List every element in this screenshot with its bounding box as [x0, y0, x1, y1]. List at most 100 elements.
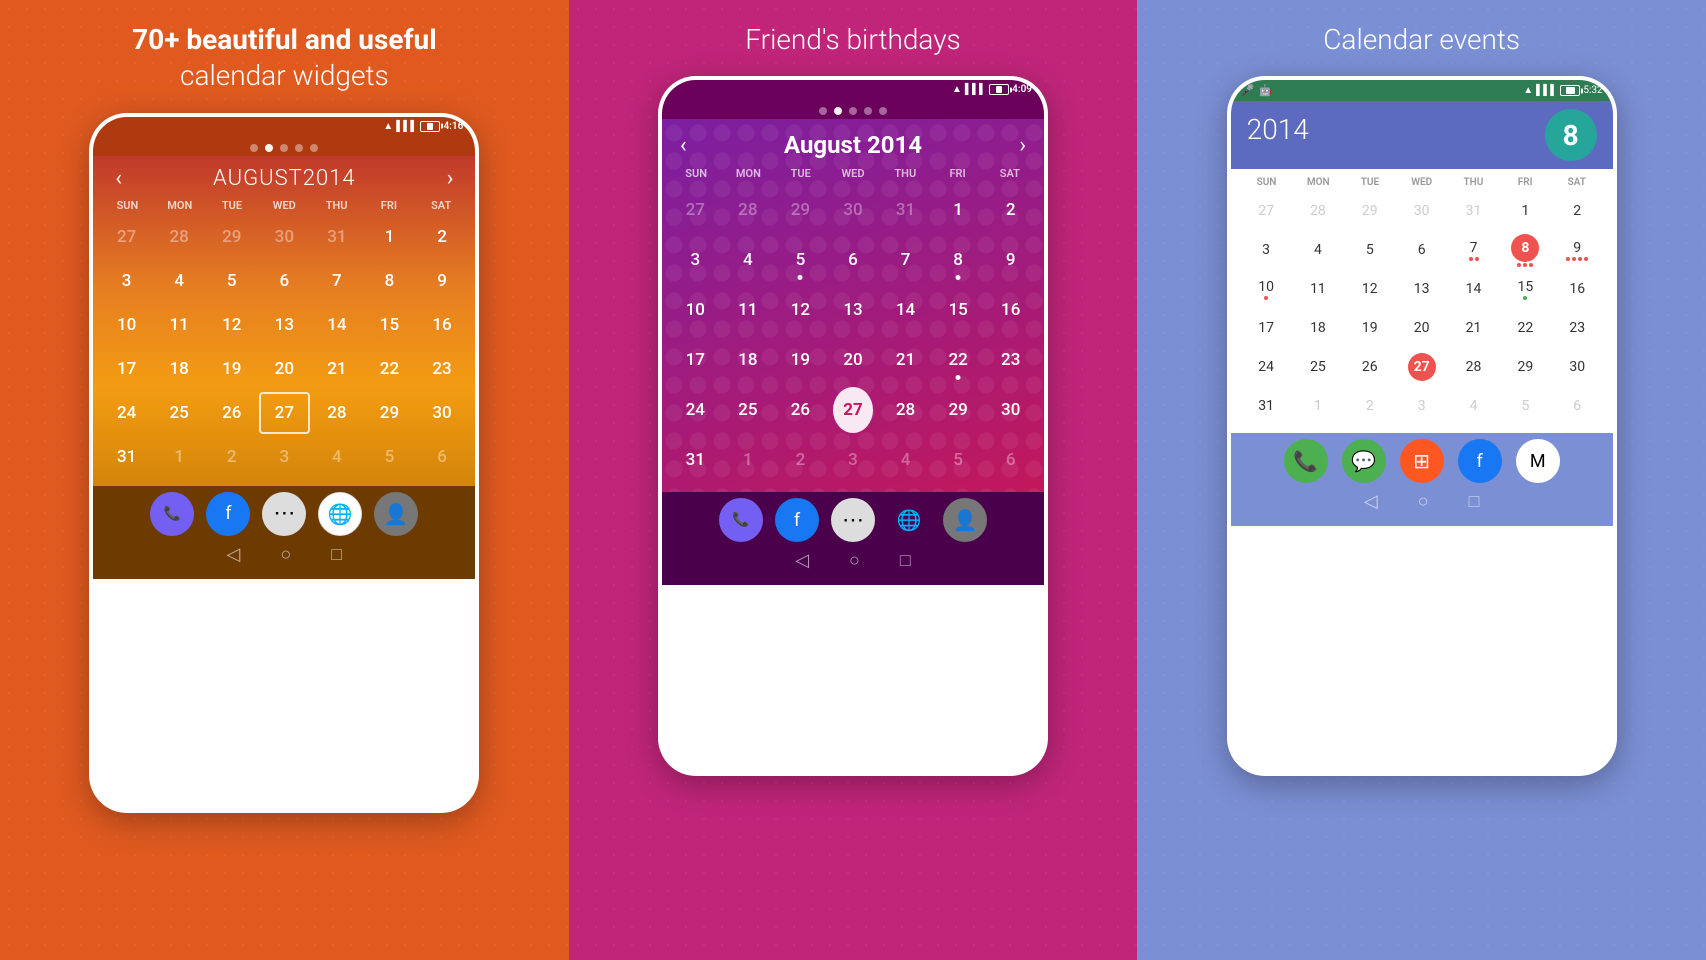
table-row: 8 — [938, 237, 978, 283]
cal1-next[interactable]: › — [441, 166, 460, 191]
table-row: 28 — [1448, 348, 1499, 386]
table-row: 9 — [1552, 231, 1603, 269]
table-row: 30 — [991, 387, 1031, 433]
phone-icon-3[interactable]: 📞 — [1284, 439, 1328, 483]
status-time-3: 5:32 — [1583, 85, 1602, 96]
table-row: 5 — [206, 260, 257, 302]
cal3-year-bar: 2014 8 — [1231, 101, 1613, 169]
table-row: 2 — [417, 216, 468, 258]
table-row: 21 — [886, 337, 926, 383]
table-row: 25 — [728, 387, 768, 433]
table-row: 21 — [312, 348, 363, 390]
back-button-3[interactable]: ◁ — [1364, 491, 1378, 512]
back-button-1[interactable]: ◁ — [227, 544, 241, 565]
app-icons-2: 📞 f ⋯ 🌐 👤 — [719, 498, 987, 542]
table-row: 20 — [259, 348, 310, 390]
recent-button-1[interactable]: □ — [331, 544, 342, 565]
chrome-icon[interactable]: 🌐 — [318, 492, 362, 536]
table-row: 4 — [1293, 231, 1344, 269]
person-icon-2[interactable]: 👤 — [943, 498, 987, 542]
cal1-prev[interactable]: ‹ — [109, 166, 128, 191]
table-row: 1 — [1293, 387, 1344, 425]
table-row: 13 — [1396, 270, 1447, 308]
calendar-1: ‹ AUGUST2014 › SUN MON TUE WED THU FRI S… — [93, 156, 475, 486]
table-row: 7 — [312, 260, 363, 302]
home-button-2[interactable]: ○ — [849, 550, 860, 571]
back-button-2[interactable]: ◁ — [795, 550, 809, 571]
table-row: 6 — [1396, 231, 1447, 269]
dot-1-3 — [295, 144, 303, 152]
wifi-icon-3: ▲ — [1523, 85, 1533, 96]
cal3-days-header: SUN MON TUE WED THU FRI SAT — [1241, 177, 1603, 192]
battery-1 — [420, 121, 440, 132]
table-row: 6 — [417, 436, 468, 478]
table-row: 2 — [1344, 387, 1395, 425]
cal1-header: ‹ AUGUST2014 › — [101, 156, 467, 197]
status-bar-2: ▲ ▌▌▌ 4:09 — [662, 80, 1044, 99]
apps-icon[interactable]: ⋯ — [262, 492, 306, 536]
today-cell-3: 27 — [1396, 348, 1447, 386]
table-row: 8 — [364, 260, 415, 302]
cal3-day-badge: 8 — [1545, 109, 1597, 161]
table-row: 7 — [886, 237, 926, 283]
table-row: 22 — [1500, 309, 1551, 347]
panel3-title: Calendar events — [1303, 22, 1540, 58]
cal2-grid: 27 28 29 30 31 1 2 3 4 5 6 7 8 9 10 11 1… — [670, 186, 1036, 484]
chrome-icon-2[interactable]: 🌐 — [887, 498, 931, 542]
table-row: 19 — [1344, 309, 1395, 347]
table-row: 23 — [1552, 309, 1603, 347]
table-row: 1 — [364, 216, 415, 258]
grid-icon-3[interactable]: ⊞ — [1400, 439, 1444, 483]
table-row: 30 — [417, 392, 468, 434]
table-row: 29 — [780, 187, 820, 233]
table-row: 31 — [1448, 192, 1499, 230]
table-row: 21 — [1448, 309, 1499, 347]
table-row: 27 — [1241, 192, 1292, 230]
table-row: 1 — [1500, 192, 1551, 230]
facebook-icon-2[interactable]: f — [775, 498, 819, 542]
viber-icon[interactable]: 📞 — [150, 492, 194, 536]
table-row: 2 — [1552, 192, 1603, 230]
gmail-icon-3[interactable]: M — [1516, 439, 1560, 483]
signal-icon-1: ▌▌▌ — [396, 121, 417, 132]
table-row: 27 — [675, 187, 715, 233]
home-button-3[interactable]: ○ — [1418, 491, 1429, 512]
person-icon[interactable]: 👤 — [374, 492, 418, 536]
table-row: 5 — [1500, 387, 1551, 425]
table-row: 29 — [1344, 192, 1395, 230]
table-row: 28 — [728, 187, 768, 233]
phone2-bottom: 📞 f ⋯ 🌐 👤 ◁ ○ □ — [662, 492, 1044, 585]
msg-icon-3[interactable]: 💬 — [1342, 439, 1386, 483]
facebook-icon-3[interactable]: f — [1458, 439, 1502, 483]
table-row: 13 — [259, 304, 310, 346]
table-row: 28 — [154, 216, 205, 258]
recent-button-2[interactable]: □ — [900, 550, 911, 571]
table-row: 5 — [1344, 231, 1395, 269]
battery-3 — [1560, 85, 1580, 96]
table-row: 12 — [780, 287, 820, 333]
table-row: 3 — [259, 436, 310, 478]
dot-2-4 — [879, 107, 887, 115]
apps-icon-2[interactable]: ⋯ — [831, 498, 875, 542]
app-icons-1: 📞 f ⋯ 🌐 👤 — [150, 492, 418, 536]
table-row: 2 — [991, 187, 1031, 233]
viber-icon-2[interactable]: 📞 — [719, 498, 763, 542]
table-row: 29 — [364, 392, 415, 434]
home-button-1[interactable]: ○ — [280, 544, 291, 565]
table-row: 20 — [833, 337, 873, 383]
table-row: 16 — [1552, 270, 1603, 308]
table-row: 17 — [101, 348, 152, 390]
recent-button-3[interactable]: □ — [1469, 491, 1480, 512]
table-row: 29 — [938, 387, 978, 433]
table-row: 2 — [780, 437, 820, 483]
dot-1-1 — [265, 144, 273, 152]
cal2-next[interactable]: › — [1019, 133, 1026, 158]
dot-2-0 — [819, 107, 827, 115]
table-row: 30 — [1396, 192, 1447, 230]
table-row: 30 — [259, 216, 310, 258]
mic-icon: 🎤 — [1241, 84, 1255, 97]
table-row: 23 — [417, 348, 468, 390]
facebook-icon[interactable]: f — [206, 492, 250, 536]
cal2-prev[interactable]: ‹ — [680, 133, 687, 158]
table-row: 4 — [728, 237, 768, 283]
